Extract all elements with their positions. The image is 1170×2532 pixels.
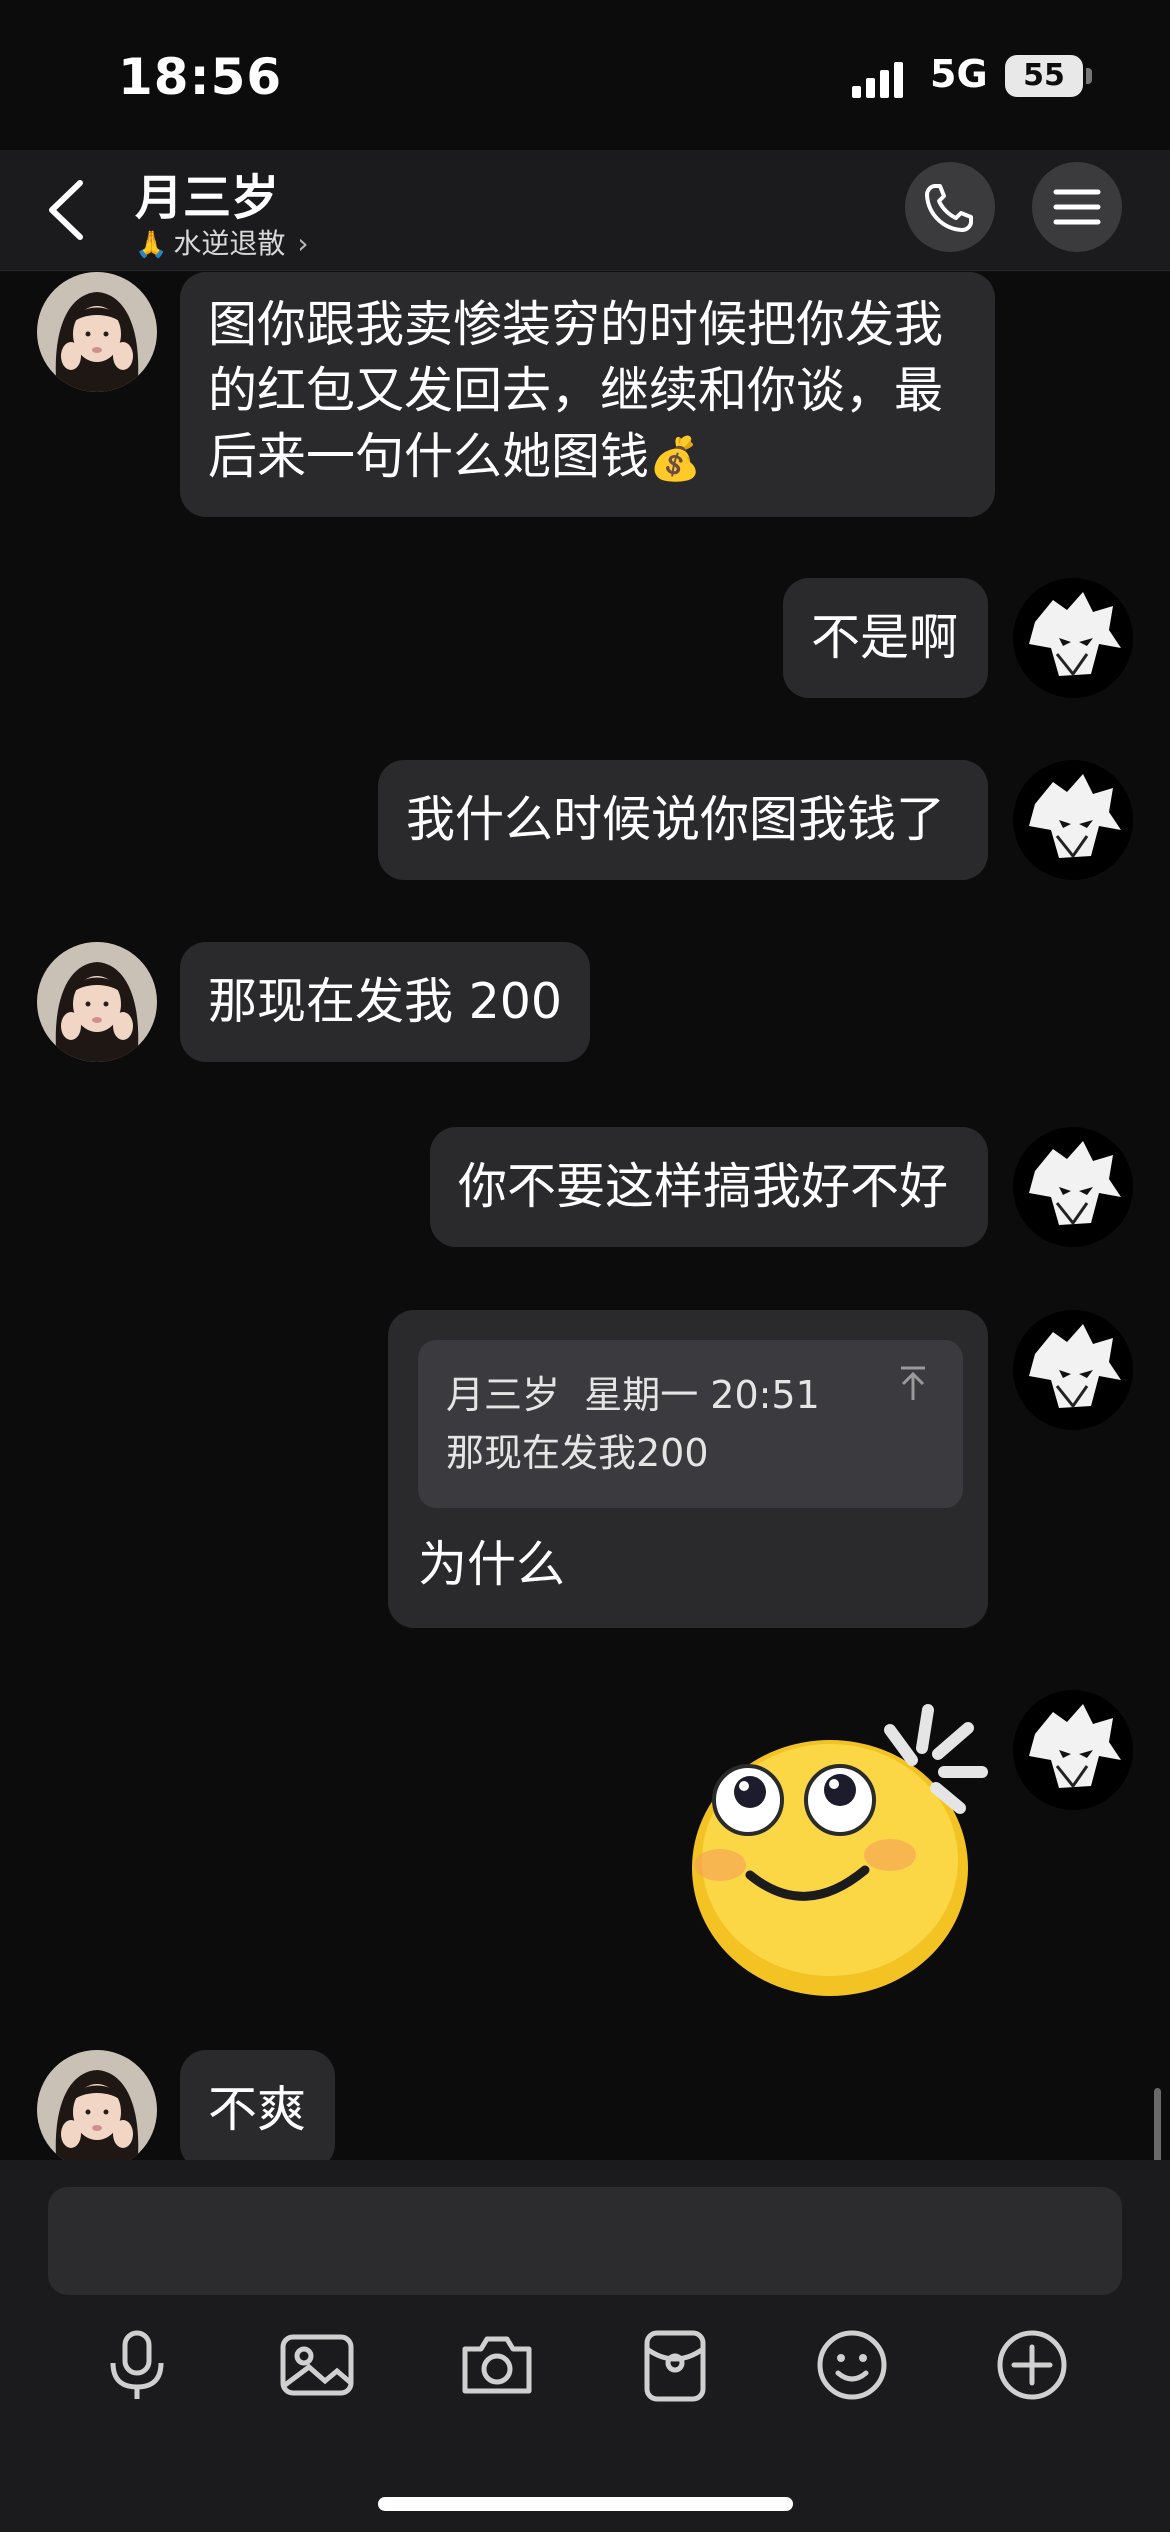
quote-sender: 月三岁 <box>446 1373 561 1417</box>
message-bubble[interactable]: 你不要这样搞我好不好 <box>430 1127 988 1247</box>
red-packet-icon[interactable] <box>635 2325 715 2405</box>
battery-icon: 55 <box>1005 55 1083 97</box>
quoted-message[interactable]: 月三岁 星期一 20:51 那现在发我200 <box>418 1340 963 1508</box>
message-input[interactable] <box>48 2187 1122 2295</box>
message-bubble[interactable]: 我什么时候说你图我钱了 <box>378 760 988 880</box>
home-indicator <box>378 2497 793 2511</box>
contact-avatar[interactable] <box>37 2050 157 2160</box>
message-line: 图你跟我卖惨装穷的时候把你发我 <box>208 296 944 353</box>
money-bag-icon: 💰 <box>649 434 702 483</box>
pray-icon: 🙏 <box>135 230 168 260</box>
my-avatar[interactable] <box>1013 1690 1133 1810</box>
scrollbar[interactable] <box>1154 2088 1161 2160</box>
image-icon[interactable] <box>277 2325 357 2405</box>
plus-icon[interactable] <box>992 2325 1072 2405</box>
message-text: 那现在发我 200 <box>208 973 563 1030</box>
smiling-face-sticker[interactable] <box>690 1690 990 2000</box>
message-text: 你不要这样搞我好不好 <box>458 1158 949 1215</box>
message-list[interactable]: 图你跟我卖惨装穷的时候把你发我 的红包又发回去，继续和你谈，最 后来一句什么她图… <box>0 270 1170 2160</box>
message-bubble[interactable]: 月三岁 星期一 20:51 那现在发我200 为什么 <box>388 1310 988 1628</box>
menu-button[interactable] <box>1032 162 1122 252</box>
message-text: 不是啊 <box>811 609 959 666</box>
network-type: 5G <box>930 52 988 96</box>
message-text: 我什么时候说你图我钱了 <box>406 791 946 848</box>
message-text: 不爽 <box>208 2081 307 2138</box>
message-bubble[interactable]: 那现在发我 200 <box>180 942 590 1062</box>
phone-icon <box>925 184 973 232</box>
contact-avatar[interactable] <box>37 942 157 1062</box>
camera-icon[interactable] <box>457 2325 537 2405</box>
my-avatar[interactable] <box>1013 1127 1133 1247</box>
status-bar: 18:56 5G 55 <box>0 0 1170 150</box>
message-text: 为什么 <box>418 1536 566 1593</box>
quote-time: 星期一 20:51 <box>584 1373 820 1417</box>
message-bubble[interactable]: 不是啊 <box>783 578 988 698</box>
contact-name[interactable]: 月三岁 <box>135 158 279 228</box>
my-avatar[interactable] <box>1013 1310 1133 1430</box>
message-line: 的红包又发回去，继续和你谈，最 <box>208 362 944 419</box>
emoji-icon[interactable] <box>812 2325 892 2405</box>
message-bubble[interactable]: 不爽 <box>180 2050 335 2160</box>
message-line: 后来一句什么她图钱 <box>208 428 650 485</box>
back-arrow-icon[interactable] <box>40 177 100 243</box>
chevron-right-icon: › <box>297 227 309 260</box>
signal-icon <box>852 62 904 98</box>
jump-to-quote-icon[interactable] <box>897 1364 929 1404</box>
battery-cap <box>1086 68 1092 84</box>
status-time: 18:56 <box>118 48 283 106</box>
contact-status[interactable]: 🙏 水逆退散 › <box>135 222 309 262</box>
chat-header: 月三岁 🙏 水逆退散 › <box>0 150 1170 271</box>
my-avatar[interactable] <box>1013 760 1133 880</box>
menu-icon <box>1053 189 1101 225</box>
status-text: 水逆退散 <box>173 227 286 260</box>
input-area <box>0 2160 1170 2532</box>
quote-text: 那现在发我200 <box>446 1431 709 1475</box>
my-avatar[interactable] <box>1013 578 1133 698</box>
message-bubble[interactable]: 图你跟我卖惨装穷的时候把你发我 的红包又发回去，继续和你谈，最 后来一句什么她图… <box>180 272 995 517</box>
call-button[interactable] <box>905 162 995 252</box>
microphone-icon[interactable] <box>97 2325 177 2405</box>
contact-avatar[interactable] <box>37 272 157 392</box>
